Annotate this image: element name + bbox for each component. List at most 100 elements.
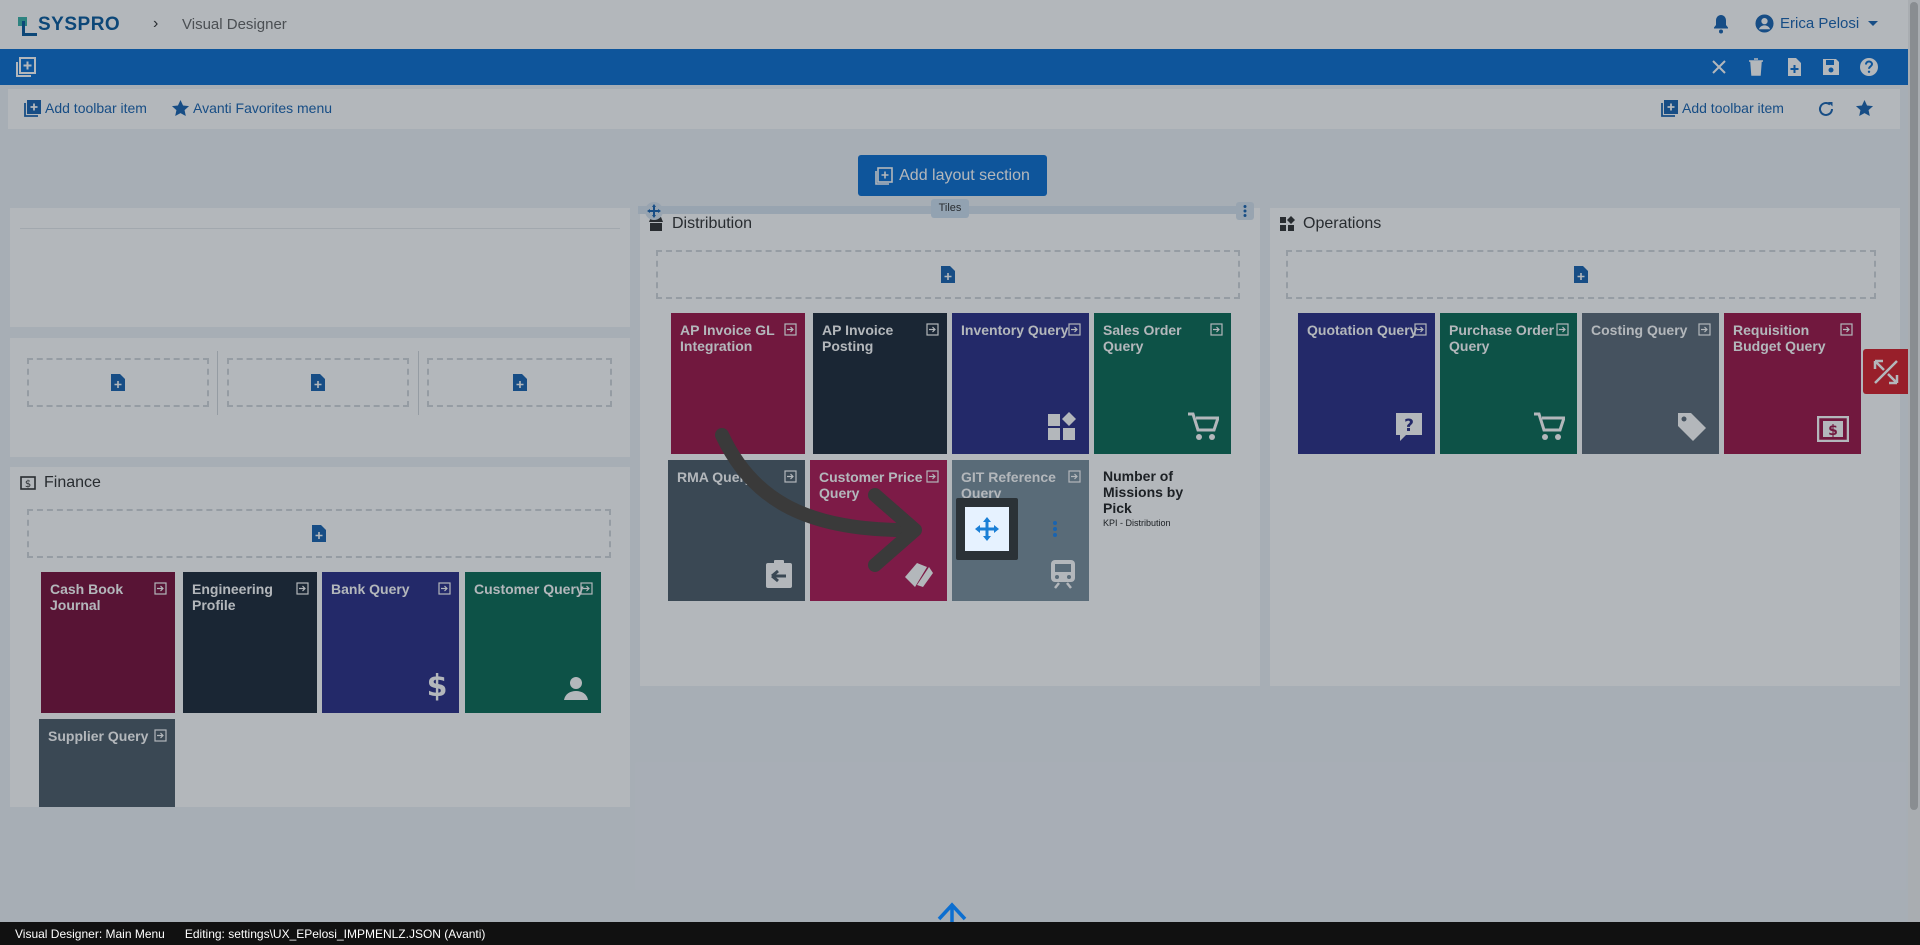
tile-engineering-profile[interactable]: Engineering Profile [183, 572, 317, 713]
add-file-icon [312, 525, 326, 542]
launch-icon[interactable] [1068, 470, 1081, 483]
close-icon[interactable] [1709, 57, 1729, 77]
scrollbar-thumb[interactable] [1910, 2, 1918, 810]
launch-icon[interactable] [784, 323, 797, 336]
launch-icon[interactable] [1556, 323, 1569, 336]
move-handle-icon[interactable] [645, 202, 663, 220]
user-name: Erica Pelosi [1780, 15, 1860, 32]
tile-options-icon[interactable] [1052, 520, 1058, 538]
column-drop-zone-2[interactable] [227, 358, 409, 407]
dollar-icon: $ [427, 669, 447, 701]
finance-title: $ Finance [20, 474, 101, 492]
drag-arrow-icon [715, 428, 922, 572]
person-icon [564, 677, 588, 700]
add-item-icon[interactable] [16, 57, 36, 77]
new-file-icon[interactable] [1784, 57, 1804, 77]
app-root: SYSPRO › Visual Designer Erica Pelosi Ad… [0, 0, 1920, 945]
add-layout-section-button[interactable]: Add layout section [858, 155, 1047, 196]
distribution-drop-zone[interactable] [656, 250, 1240, 299]
tile-cash-book-journal[interactable]: Cash Book Journal [41, 572, 175, 713]
divider [20, 228, 620, 229]
dashboard-icon [1280, 216, 1295, 231]
tile-label: Purchase Order Query [1449, 322, 1555, 354]
avanti-favorites-menu-button[interactable]: Avanti Favorites menu [171, 99, 332, 117]
add-box-icon [875, 166, 893, 185]
tile-label: Cash Book Journal [50, 581, 124, 613]
distribution-title: Distribution [648, 215, 752, 233]
breadcrumb-current: Visual Designer [182, 16, 287, 33]
syspro-logo[interactable]: SYSPRO [18, 14, 120, 36]
train-icon [1051, 560, 1075, 589]
launch-icon[interactable] [438, 582, 451, 595]
money-icon: $ [20, 476, 36, 490]
column-drop-zone-1[interactable] [27, 358, 209, 407]
save-icon[interactable] [1821, 57, 1841, 77]
svg-text:$: $ [25, 479, 31, 490]
svg-text:$: $ [1828, 423, 1838, 439]
cart-icon [1534, 412, 1565, 440]
status-location: Visual Designer: Main Menu [15, 926, 165, 941]
add-file-icon [512, 374, 527, 391]
status-bar: Visual Designer: Main Menu Editing: sett… [0, 922, 1920, 945]
tile-label: Bank Query [331, 581, 410, 597]
tile-purchase-order-query[interactable]: Purchase Order Query [1440, 313, 1577, 454]
finance-drop-zone[interactable] [27, 509, 611, 558]
page-scrollbar[interactable] [1908, 0, 1920, 922]
top-header: SYSPRO › Visual Designer Erica Pelosi [0, 0, 1908, 49]
tile-label: Inventory Query [961, 322, 1069, 338]
kpi-title: Number of Missions by Pick [1103, 468, 1184, 516]
launch-icon[interactable] [1068, 323, 1081, 336]
tiles-section-chip: Tiles [931, 199, 969, 218]
operations-drop-zone[interactable] [1286, 250, 1876, 299]
launch-icon[interactable] [154, 729, 167, 742]
user-menu[interactable]: Erica Pelosi [1755, 14, 1879, 33]
add-toolbar-item-right-button[interactable]: Add toolbar item [1661, 99, 1784, 117]
launch-icon[interactable] [1414, 323, 1427, 336]
tile-costing-query[interactable]: Costing Query [1582, 313, 1719, 454]
launch-icon[interactable] [1698, 323, 1711, 336]
add-file-icon [311, 374, 325, 391]
tile-customer-query[interactable]: Customer Query [465, 572, 601, 713]
tile-label: Requisition Budget Query [1733, 322, 1826, 354]
move-icon-box [965, 507, 1009, 551]
tile-bank-query[interactable]: Bank Query $ [322, 572, 459, 713]
drag-move-handle[interactable] [956, 498, 1018, 560]
fullscreen-toggle-tab[interactable] [1863, 349, 1908, 394]
star-favorite-icon[interactable] [1855, 99, 1874, 117]
question-chat-icon: ? [1396, 413, 1422, 441]
help-icon[interactable] [1859, 57, 1879, 77]
column-drop-zone-3[interactable] [427, 358, 612, 407]
launch-icon[interactable] [926, 323, 939, 336]
finance-title-text: Finance [44, 474, 101, 491]
kpi-number-of-missions-by-pick[interactable]: Number of Missions by Pick KPI - Distrib… [1103, 468, 1213, 528]
add-toolbar-item-left-button[interactable]: Add toolbar item [24, 99, 147, 117]
tile-sales-order-query[interactable]: Sales Order Query [1094, 313, 1231, 454]
designer-toolbar: Add toolbar item Avanti Favorites menu A… [8, 89, 1900, 129]
column-divider [418, 351, 419, 415]
tile-supplier-query[interactable]: Supplier Query [39, 719, 175, 807]
launch-icon[interactable] [1210, 323, 1223, 336]
tile-inventory-query[interactable]: Inventory Query [952, 313, 1089, 454]
status-editing-file: Editing: settings\UX_EPelosi_IMPMENLZ.JS… [184, 926, 486, 941]
refresh-icon[interactable] [1817, 100, 1835, 118]
cart-icon [1188, 412, 1219, 440]
column-divider [217, 351, 218, 415]
move-arrows-icon [975, 517, 999, 541]
launch-icon[interactable] [1840, 323, 1853, 336]
trash-icon[interactable] [1746, 57, 1766, 77]
launch-icon[interactable] [154, 582, 167, 595]
expand-icon [1873, 359, 1898, 384]
add-box-icon [24, 100, 41, 117]
launch-icon[interactable] [296, 582, 309, 595]
widgets-icon [1048, 412, 1076, 440]
tile-label: Sales Order Query [1103, 322, 1182, 354]
add-file-icon [941, 266, 955, 283]
scroll-up-arrow-icon[interactable] [936, 900, 968, 922]
launch-icon[interactable] [580, 582, 593, 595]
bell-icon[interactable] [1712, 14, 1730, 34]
tile-quotation-query[interactable]: Quotation Query? [1298, 313, 1435, 454]
tile-requisition-budget-query[interactable]: Requisition Budget Query $ [1724, 313, 1861, 454]
distribution-title-text: Distribution [672, 215, 753, 232]
kebab-menu-icon[interactable] [1236, 202, 1254, 220]
breadcrumb-separator: › [153, 15, 159, 32]
